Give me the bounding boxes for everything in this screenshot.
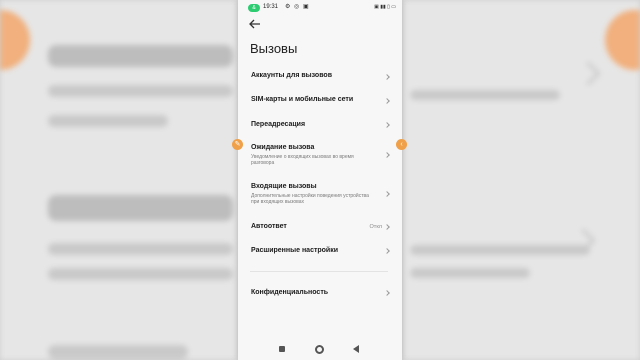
chevron-right-icon xyxy=(384,98,390,104)
background-blur-shape xyxy=(410,268,530,278)
settings-item-auto-answer[interactable]: Автоответ Откл xyxy=(238,220,402,240)
settings-item-description: Уведомление о входящих вызовах во время … xyxy=(251,154,354,166)
background-blur-shape xyxy=(48,85,233,97)
settings-item-label: SIM-карты и мобильные сети xyxy=(251,96,354,103)
chevron-right-icon xyxy=(384,248,390,254)
phone-screen: & 19:31 ⚙ ◎ ▣ ▣ ▮▮ ▯ ▭ Вызовы Аккаунты д… xyxy=(232,0,407,360)
arrow-left-icon[interactable] xyxy=(249,19,263,31)
background-blur-shape xyxy=(48,115,168,127)
settings-item-incoming-calls[interactable]: Входящие вызовы Дополнительные настройки… xyxy=(238,180,402,212)
circle-icon[interactable] xyxy=(315,345,324,354)
settings-item-description: Дополнительные настройки поведения устро… xyxy=(251,193,369,205)
background-blur-shape xyxy=(48,45,233,67)
settings-item-label: Переадресация xyxy=(251,121,306,128)
square-icon[interactable] xyxy=(279,346,285,352)
background-blur-shape xyxy=(48,195,233,221)
status-icons-right: ▣ ▮▮ ▯ ▭ xyxy=(374,4,396,10)
chevron-right-icon xyxy=(384,122,390,128)
status-clock: 19:31 xyxy=(263,4,279,10)
settings-item-sim-cards[interactable]: SIM-карты и мобильные сети xyxy=(238,90,402,110)
settings-item-label: Конфиденциальность xyxy=(251,289,329,296)
background-orange-blob xyxy=(0,10,30,70)
background-blur-shape xyxy=(576,61,601,86)
settings-item-privacy[interactable]: Конфиденциальность xyxy=(238,284,402,304)
settings-item-call-waiting[interactable]: Ожидание вызова Уведомление о входящих в… xyxy=(238,140,402,172)
divider xyxy=(250,271,388,272)
navigation-bar xyxy=(238,342,402,356)
chevron-right-icon xyxy=(384,224,390,230)
settings-item-label: Автоответ xyxy=(251,223,287,230)
triangle-back-icon[interactable] xyxy=(353,345,359,353)
chevron-right-icon xyxy=(384,290,390,296)
settings-item-label: Расширенные настройки xyxy=(251,247,339,254)
settings-item-label: Входящие вызовы xyxy=(251,183,317,190)
status-icons-left: ⚙ ◎ ▣ xyxy=(285,4,310,10)
call-indicator[interactable]: & xyxy=(248,4,260,12)
background-blur-shape xyxy=(48,268,233,280)
background-orange-blob xyxy=(605,10,640,70)
pencil-icon[interactable]: ✎ xyxy=(232,139,243,150)
settings-item-call-forwarding[interactable]: Переадресация xyxy=(238,114,402,134)
chevron-right-icon xyxy=(384,191,390,197)
page-title: Вызовы xyxy=(250,41,298,56)
background-blur-shape xyxy=(410,245,590,255)
settings-item-call-accounts[interactable]: Аккаунты для вызовов xyxy=(238,66,402,86)
settings-item-label: Ожидание вызова xyxy=(251,144,315,151)
chevron-right-icon xyxy=(384,152,390,158)
chevron-right-icon xyxy=(384,74,390,80)
settings-item-value: Откл xyxy=(369,224,382,230)
chevron-left-icon[interactable]: ‹ xyxy=(396,139,407,150)
background-blur-shape xyxy=(48,243,233,255)
settings-item-label: Аккаунты для вызовов xyxy=(251,72,332,79)
background-blur-shape xyxy=(48,345,188,359)
settings-item-advanced[interactable]: Расширенные настройки xyxy=(238,244,402,264)
status-bar: & 19:31 ⚙ ◎ ▣ ▣ ▮▮ ▯ ▭ xyxy=(238,0,402,16)
background-blur-shape xyxy=(410,90,560,100)
